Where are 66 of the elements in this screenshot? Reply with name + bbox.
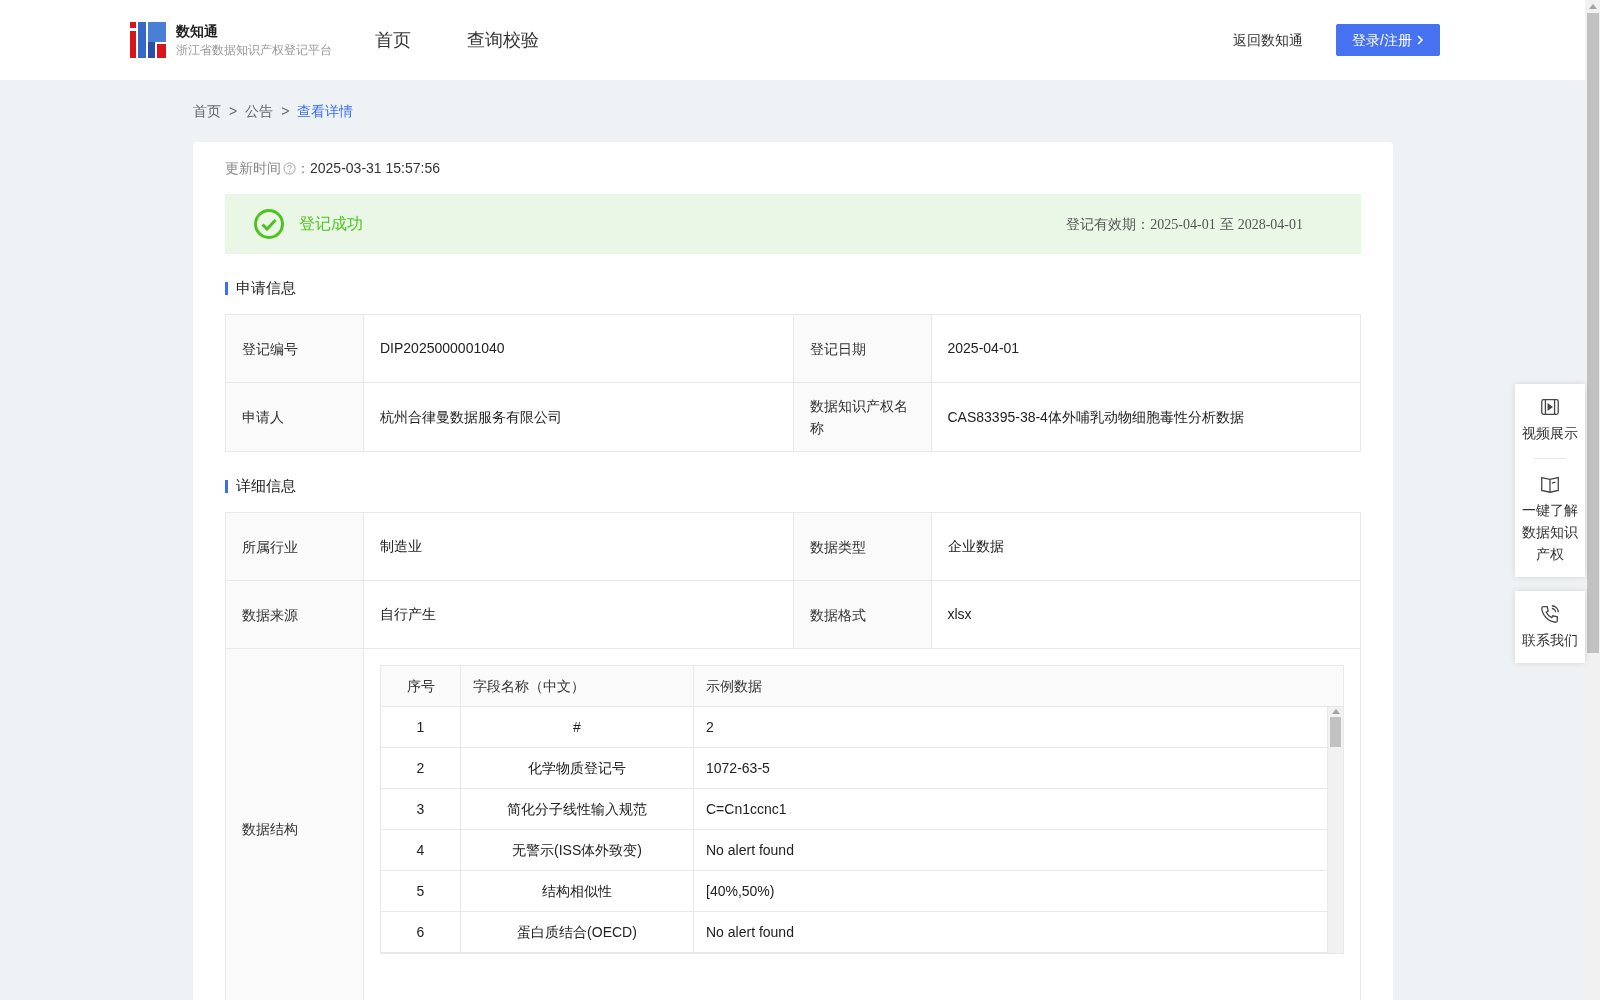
section-marker [225, 479, 228, 493]
logo-title: 数知通 [176, 22, 219, 41]
field-label: 数据类型 [793, 513, 932, 580]
field-value: CAS83395-38-4体外哺乳动物细胞毒性分析数据 [946, 407, 1245, 427]
field-label: 数据结构 [226, 649, 364, 1000]
section-marker [225, 281, 228, 295]
field-label: 登记日期 [793, 315, 932, 382]
column-header: 示例数据 [705, 676, 763, 696]
field-label: 所属行业 [226, 513, 364, 580]
breadcrumb-separator: > [281, 101, 290, 121]
field-value: 制造业 [364, 513, 794, 580]
table-cell: 2 [381, 748, 461, 788]
side-link[interactable]: 一键了解数据知识产权 [1522, 473, 1578, 565]
table-cell: 化学物质登记号 [461, 748, 694, 788]
table-cell: 1 [381, 707, 461, 747]
field-value: 自行产生 [364, 581, 794, 648]
nav-link[interactable]: 首页 [375, 26, 411, 54]
chevron-right-icon [1416, 34, 1424, 46]
field-value: 杭州合律曼数据服务有限公司 [364, 383, 794, 451]
field-value: 企业数据 [946, 537, 1005, 556]
field-value: xlsx [946, 605, 973, 624]
side-link[interactable]: 视频展示 [1522, 396, 1578, 444]
table-cell: 结构相似性 [461, 871, 694, 911]
logo-icon [130, 22, 166, 58]
column-header: 字段名称（中文） [461, 666, 694, 706]
breadcrumb-link[interactable]: 首页 [193, 100, 221, 122]
login-button[interactable]: 登录/注册 [1336, 24, 1440, 56]
update-colon: ： [296, 158, 310, 178]
column-header: 序号 [381, 666, 461, 706]
breadcrumb-separator: > [229, 101, 238, 121]
update-label: 更新时间 [225, 158, 281, 178]
field-label: 数据来源 [226, 581, 364, 648]
phone-icon [1539, 603, 1561, 625]
field-label: 数据知识产权名称 [793, 383, 932, 451]
table-cell: 无警示(ISS体外致变) [461, 830, 694, 870]
table-cell: 蛋白质结合(OECD) [461, 912, 694, 952]
side-link[interactable]: 联系我们 [1515, 591, 1585, 663]
nav-link[interactable]: 查询校验 [467, 26, 539, 54]
scrollbar[interactable] [1328, 707, 1343, 953]
table-cell: 4 [381, 830, 461, 870]
field-label: 登记编号 [226, 315, 364, 382]
check-circle-icon [253, 208, 285, 240]
validity-separator: 至 [1219, 214, 1234, 234]
update-time: 2025-03-31 15:57:56 [310, 158, 440, 178]
film-icon [1539, 396, 1561, 418]
help-icon [283, 161, 296, 175]
validity-label: 登记有效期： [1066, 214, 1151, 234]
table-cell: 6 [381, 912, 461, 952]
back-link[interactable]: 返回数知通 [1233, 29, 1304, 51]
status-text: 登记成功 [299, 214, 363, 234]
table-cell: 5 [381, 871, 461, 911]
section-title: 申请信息 [236, 277, 296, 298]
logo-subtitle: 浙江省数据知识产权登记平台 [176, 42, 332, 59]
field-value: 2025-04-01 [946, 339, 1021, 358]
table-cell: # [461, 707, 694, 747]
page-scrollbar[interactable] [1585, 0, 1600, 1000]
breadcrumb-link[interactable]: 查看详情 [297, 100, 354, 122]
field-label: 申请人 [226, 383, 364, 451]
table-cell: 简化分子线性输入规范 [461, 789, 694, 829]
section-title: 详细信息 [236, 475, 296, 496]
validity-end: 2028-04-01 [1237, 215, 1303, 234]
field-value: DIP2025000001040 [364, 315, 794, 382]
table-cell: 3 [381, 789, 461, 829]
field-label: 数据格式 [793, 581, 932, 648]
breadcrumb-link[interactable]: 公告 [245, 100, 274, 122]
validity-start: 2025-04-01 [1150, 215, 1216, 234]
